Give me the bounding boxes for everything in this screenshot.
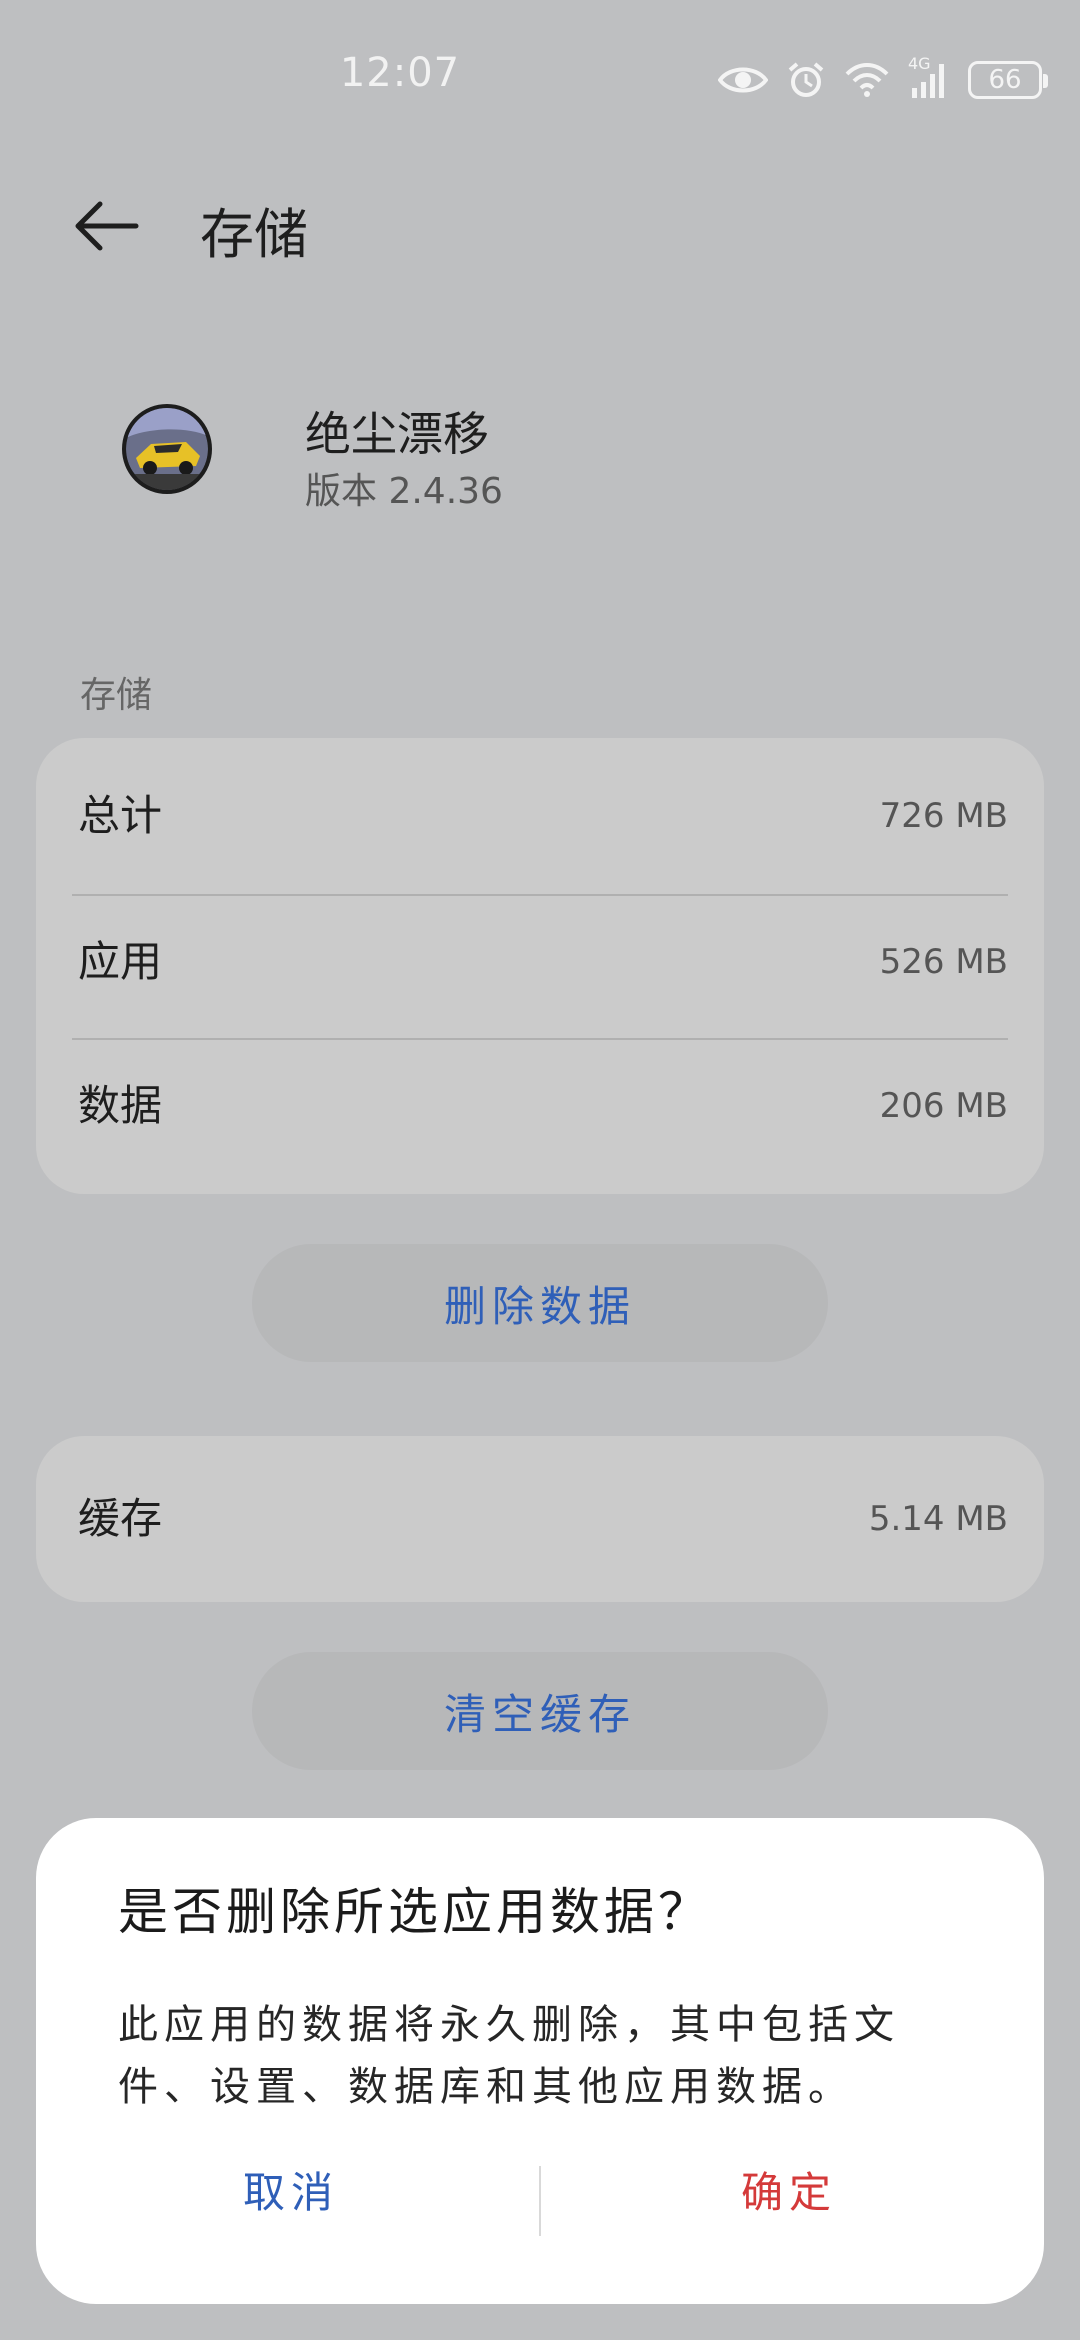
cache-row: 缓存 5.14 MB <box>36 1449 1044 1589</box>
cache-label: 缓存 <box>78 1494 163 1543</box>
alarm-icon <box>786 60 826 100</box>
network-type-label: 4G <box>908 54 931 73</box>
status-bar: 12:07 4G 66 <box>0 0 1080 150</box>
signal-icon: 4G <box>908 54 950 100</box>
storage-card: 总计 726 MB 应用 526 MB 数据 206 MB <box>36 738 1044 1194</box>
wifi-icon <box>844 61 890 99</box>
arrow-left-icon <box>75 201 139 251</box>
storage-row-value: 526 MB <box>879 942 1008 982</box>
confirm-button[interactable]: 确定 <box>554 2148 1024 2238</box>
clear-cache-button[interactable]: 清空缓存 <box>252 1652 828 1770</box>
storage-row-value: 726 MB <box>879 796 1008 836</box>
delete-data-dialog: 是否删除所选应用数据？ 此应用的数据将永久删除，其中包括文件、设置、数据库和其他… <box>36 1818 1044 2304</box>
storage-row-app: 应用 526 MB <box>36 892 1044 1032</box>
status-icons: 4G 66 <box>718 54 1048 106</box>
app-version: 版本 2.4.36 <box>305 471 503 512</box>
battery-icon: 66 <box>968 61 1048 99</box>
cache-card: 缓存 5.14 MB <box>36 1436 1044 1602</box>
dialog-message: 此应用的数据将永久删除，其中包括文件、设置、数据库和其他应用数据。 <box>118 2002 900 2110</box>
delete-data-button[interactable]: 删除数据 <box>252 1244 828 1362</box>
storage-section-label: 存储 <box>80 675 153 716</box>
cancel-button[interactable]: 取消 <box>56 2148 526 2238</box>
battery-level: 66 <box>988 65 1022 95</box>
storage-row-value: 206 MB <box>879 1086 1008 1126</box>
storage-row-label: 总计 <box>78 791 163 840</box>
dialog-button-divider <box>539 2166 541 2236</box>
page-title: 存储 <box>200 203 308 266</box>
cache-value: 5.14 MB <box>868 1499 1008 1539</box>
storage-row-total: 总计 726 MB <box>36 746 1044 886</box>
back-button[interactable] <box>70 190 142 262</box>
storage-row-data: 数据 206 MB <box>36 1036 1044 1176</box>
storage-row-label: 应用 <box>78 937 163 986</box>
eye-icon <box>718 63 768 97</box>
status-time: 12:07 <box>339 50 461 96</box>
storage-row-label: 数据 <box>78 1081 163 1130</box>
dialog-title: 是否删除所选应用数据？ <box>118 1883 712 1941</box>
app-name: 绝尘漂移 <box>305 407 489 461</box>
app-icon <box>122 404 212 494</box>
